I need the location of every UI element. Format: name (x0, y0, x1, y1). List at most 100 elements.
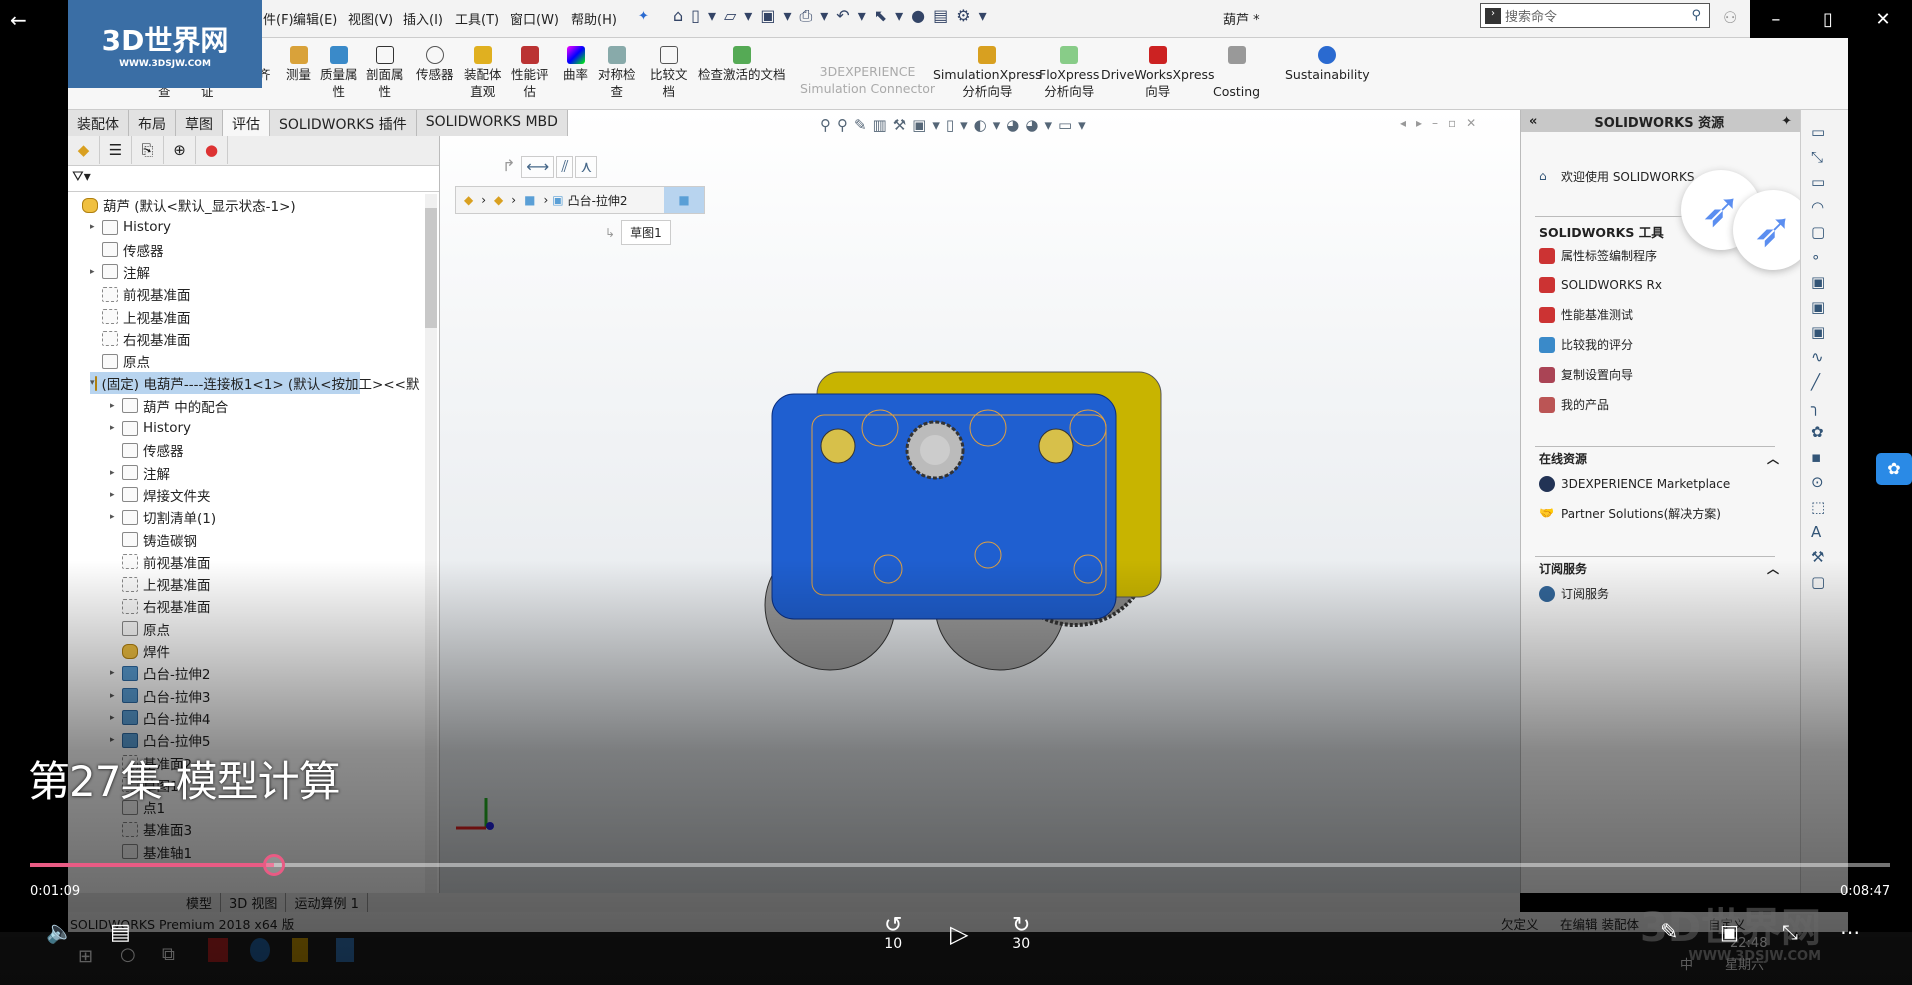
sketch-toolbar[interactable]: ▭ ⤡ ▭ ◠ ▢ ∘ ▣ ▣ ▣ ∿ ╱ ╮ ✿ ▪ ⊙ ⬚ A ⚒ ▢ (1800, 110, 1848, 893)
ribbon-btn-check-active-document[interactable]: 检查激活的文档 (698, 46, 786, 83)
pin-icon[interactable]: ✦ (1781, 114, 1792, 129)
progress-handle[interactable] (262, 854, 285, 876)
tree-item[interactable]: ▸ History (90, 216, 171, 238)
tree-item[interactable]: 前视基准面 (110, 551, 211, 573)
ribbon-btn-sustainability[interactable]: Sustainability (1285, 46, 1370, 83)
windows-start-icon[interactable]: ⊞ (78, 946, 93, 967)
expand-arrow-icon[interactable]: ▸ (110, 468, 122, 478)
menu-file[interactable]: 件(F) (263, 9, 294, 28)
tree-item[interactable]: ▸ 注解 (110, 462, 170, 484)
more-icon[interactable]: ⋯ (1840, 920, 1860, 944)
menu-help[interactable]: 帮助(H) (571, 9, 617, 28)
forward-30-button[interactable]: ↻ 30 (1012, 915, 1030, 953)
tool-item[interactable]: 性能基准测试 (1539, 306, 1633, 323)
tool-item[interactable]: SOLIDWORKS Rx (1539, 277, 1662, 293)
volume-icon[interactable]: 🔈 (46, 920, 73, 945)
expand-arrow-icon[interactable]: ▸ (110, 735, 122, 745)
tree-item[interactable]: ▾ (固定) 电葫芦----连接板1<1> (默认<按加工><<默 (90, 372, 419, 395)
tab-layout[interactable]: 布局 (129, 110, 176, 136)
expand-arrow-icon[interactable]: ▸ (110, 490, 122, 500)
3d-model[interactable] (440, 110, 1520, 893)
tool-item[interactable]: 复制设置向导 (1539, 366, 1633, 383)
subscription-header[interactable]: 订阅服务 ︿ (1539, 560, 1779, 577)
tab-3d-view[interactable]: 3D 视图 (221, 893, 287, 912)
tree-item[interactable]: 原点 (90, 350, 150, 372)
tree-item[interactable]: ▸ 凸台-拉伸3 (110, 685, 210, 707)
tab-motion-study[interactable]: 运动算例 1 (286, 893, 368, 912)
ribbon-btn-section-properties[interactable]: 剖面属 性 (366, 46, 404, 100)
pencil-icon[interactable]: ✎ (1660, 920, 1678, 945)
rewind-10-button[interactable]: ↺ 10 (884, 915, 902, 953)
ribbon-btn-sensor[interactable]: 传感器 (416, 46, 454, 83)
tree-item[interactable]: 焊件 (110, 640, 170, 662)
ribbon-btn-floxpress[interactable]: FloXpress 分析向导 (1039, 46, 1099, 100)
pin-icon[interactable]: ✦ (638, 9, 649, 24)
expand-arrow-icon[interactable]: ▸ (110, 713, 122, 723)
tree-item[interactable]: ▸ 凸台-拉伸4 (110, 707, 210, 729)
cloud-app-icon[interactable]: ✿ (1876, 453, 1912, 485)
tab-sketch[interactable]: 草图 (176, 110, 223, 136)
configuration-manager-tab-icon[interactable]: ⎘ (132, 136, 164, 164)
tree-item[interactable]: 铸造碳钢 (110, 529, 197, 551)
maximize-button[interactable]: ▯ (1823, 9, 1833, 30)
app-taskbar-icon[interactable] (336, 938, 354, 962)
welcome-link[interactable]: ⌂ 欢迎使用 SOLIDWORKS (1539, 168, 1694, 185)
tree-item[interactable]: 右视基准面 (110, 595, 211, 617)
ribbon-btn-measure[interactable]: 测量 (286, 46, 311, 83)
tree-item[interactable]: 传感器 (110, 439, 184, 461)
ribbon-btn-3dexperience-sim[interactable]: 3DEXPERIENCE Simulation Connector (800, 63, 935, 97)
tree-scrollbar[interactable] (425, 194, 437, 894)
ribbon-btn-symmetry-check[interactable]: 对称检 查 (598, 46, 636, 100)
cortana-icon[interactable]: ○ (120, 944, 136, 965)
tool-item[interactable]: 我的产品 (1539, 396, 1609, 413)
tree-item[interactable]: ▸ 焊接文件夹 (110, 484, 211, 506)
expand-arrow-icon[interactable]: ▸ (90, 267, 102, 277)
tree-item[interactable]: 上视基准面 (90, 306, 191, 328)
quick-access-toolbar[interactable]: ⌂▯▾▱▾▣▾⎙▾↶▾⬉▾●▤⚙▾ (673, 6, 995, 26)
expand-arrow-icon[interactable]: ▸ (90, 222, 102, 232)
ribbon-btn-assembly-visualization[interactable]: 装配体 直观 (464, 46, 502, 100)
minimize-button[interactable]: – (1771, 9, 1780, 30)
menu-edit[interactable]: 编辑(E) (293, 9, 337, 28)
tool-item[interactable]: 属性标签编制程序 (1539, 247, 1657, 264)
expand-arrow-icon[interactable]: ▸ (110, 668, 122, 678)
search-command-input[interactable]: › 搜索命令 ⚲ (1480, 3, 1710, 28)
display-manager-tab-icon[interactable]: ● (196, 136, 228, 164)
menu-insert[interactable]: 插入(I) (403, 9, 443, 28)
solidworks-taskbar-icon[interactable] (208, 938, 228, 962)
picture-in-picture-icon[interactable]: ▣ (1720, 920, 1739, 944)
tab-assembly[interactable]: 装配体 (68, 110, 129, 136)
play-button[interactable]: ▷ (950, 920, 968, 948)
online-header[interactable]: 在线资源 ︿ (1539, 450, 1779, 467)
tab-evaluate[interactable]: 评估 (223, 110, 270, 136)
user-icon[interactable]: ⚇ (1723, 8, 1737, 27)
subscription-item[interactable]: 订阅服务 (1539, 585, 1609, 602)
dimxpert-tab-icon[interactable]: ⊕ (164, 136, 196, 164)
graphics-area[interactable]: ⚲⚲✎▥⚒▣▾▯▾◐▾◕◕▾▭▾ ◂▸–▫✕ ↱ ⟷ ⫽ ⋏ ◆ › ◆ › ■ › … (440, 110, 1520, 893)
filter-icon[interactable]: ⛛▾ (68, 166, 439, 192)
expand-arrow-icon[interactable]: ▸ (110, 512, 122, 522)
expand-arrow-icon[interactable]: ▸ (110, 423, 122, 433)
search-icon[interactable]: ⚲ (1691, 8, 1701, 23)
chevron-up-icon[interactable]: ︿ (1767, 560, 1779, 577)
ribbon-btn-compare-documents[interactable]: 比较文 档 (650, 46, 688, 100)
ribbon-btn-curvature[interactable]: 曲率 (563, 46, 588, 83)
tree-item[interactable]: 基准轴1 (110, 841, 192, 863)
expand-arrow-icon[interactable]: ▾ (90, 378, 95, 388)
tree-item[interactable]: ▸ 凸台-拉伸2 (110, 662, 210, 684)
online-item[interactable]: 🤝 Partner Solutions(解决方案) (1539, 505, 1721, 522)
tab-model[interactable]: 模型 (178, 893, 222, 912)
tree-item[interactable]: ▸ 葫芦 中的配合 (110, 395, 228, 417)
tree-item[interactable]: 前视基准面 (90, 283, 191, 305)
tool-item[interactable]: 比较我的评分 (1539, 336, 1633, 353)
app-taskbar-icon[interactable] (292, 938, 308, 962)
property-manager-tab-icon[interactable]: ☰ (100, 136, 132, 164)
tree-item[interactable]: ▸ History (110, 417, 191, 439)
tab-addins[interactable]: SOLIDWORKS 插件 (270, 110, 417, 136)
online-item[interactable]: 3DEXPERIENCE Marketplace (1539, 476, 1730, 492)
tree-item[interactable]: 右视基准面 (90, 328, 191, 350)
ribbon-btn-costing[interactable]: Costing (1213, 46, 1260, 100)
tab-mbd[interactable]: SOLIDWORKS MBD (416, 110, 568, 136)
expand-arrow-icon[interactable]: ▸ (110, 691, 122, 701)
tree-item[interactable]: 上视基准面 (110, 573, 211, 595)
